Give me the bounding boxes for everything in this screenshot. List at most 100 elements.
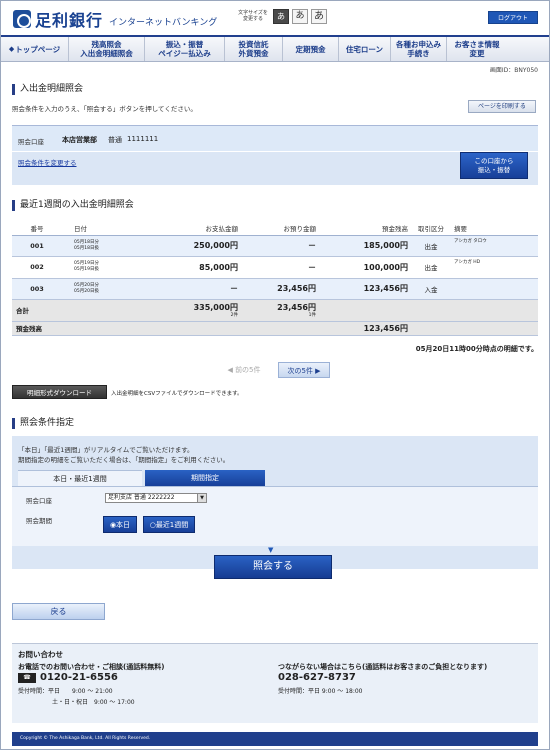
row-date: 05月20日分 05月20日扱 [62,278,142,300]
row-date: 05月18日分 05月18日扱 [62,235,142,257]
nav-applications[interactable]: 各種お申込み 手続き [391,37,447,61]
table-row: 001 05月18日分 05月18日扱 250,000円 － 185,000円 出… [12,235,538,257]
radio-week-label: 最近1週間 [155,521,189,529]
submit-button[interactable]: 照会する [214,555,332,579]
row-payment: 85,000円 [142,256,242,279]
radio-week[interactable]: ○最近1週間 [143,516,195,533]
radio-today[interactable]: ◉本日 [103,516,137,533]
row-date-handled: 05月20日扱 [74,288,99,294]
table-header-row: 番号 日付 お支払金額 お預り金額 預金残高 取引区分 摘要 [12,222,538,236]
cond-account-label: 照会口座 [26,497,52,505]
change-conditions-link[interactable]: 照会条件を変更する [18,157,77,167]
row-number: 002 [12,256,62,279]
col-deposit: お預り金額 [242,222,320,236]
instruction-text: 照会条件を入力のうえ、「照会する」ボタンを押してください。 [12,105,197,113]
col-date: 日付 [62,222,142,236]
row-kind: 入金 [412,278,450,300]
phone-title: お電話でのお問い合わせ・ご相談(通話料無料) [18,663,165,671]
row-kind: 出金 [412,235,450,257]
global-nav: ◆ トップページ 残高照会 入出金明細照会 振込・振替 ペイジー払込み 投資信託 … [1,35,549,62]
row-date-handled: 05月19日扱 [74,267,99,272]
total-payment: 335,000円 2件 [142,299,242,322]
service-name: インターネットバンキング [109,18,218,28]
chevron-down-icon: ▼ [197,494,206,502]
account-number: 1111111 [127,135,159,143]
header: 足利銀行 インターネットバンキング 文字サイズを変更する あ あ あ ログアウト [1,1,549,35]
freedial-icon: ☎ [18,673,36,683]
alt-phone-number: 028-627-8737 [278,672,356,683]
phone-hours-weekend: 土・日・祝日 9:00 ～ 17:00 [52,699,135,706]
row-deposit: － [242,256,320,279]
conditions-note-1: 「本日」「最近1週間」がリアルタイムでご覧いただけます。 [18,446,194,454]
row-memo: アシカガ タロウ [450,235,538,257]
as-of-note: 05月20日11時00分時点の明細です。 [415,345,538,353]
balance-label: 預金残高 [12,321,142,336]
row-number: 003 [12,278,62,300]
conditions-inner [12,486,538,546]
tab-today-week[interactable]: 本日・最近1週間 [18,470,142,486]
prev-page-label: 前の5件 [235,366,261,374]
table-row: 003 05月20日分 05月20日扱 － 23,456円 123,456円 入金 [12,278,538,300]
account-label: 照会口座 [18,138,44,146]
col-payment: お支払金額 [142,222,242,236]
balance-empty [142,321,242,336]
row-number: 001 [12,235,62,257]
total-deposit-count: 1件 [308,312,316,318]
contact-title: お問い合わせ [18,650,63,659]
bank-name: 足利銀行 [35,11,104,30]
phone-number: 0120-21-6556 [40,672,118,683]
nav-balance[interactable]: 残高照会 入出金明細照会 [69,37,145,61]
transfer-from-account-button[interactable]: この口座から 振込・振替 [460,152,528,179]
account-select-value: 足利支店 普通 2222222 [108,494,175,501]
row-balance: 123,456円 [320,278,412,300]
row-memo [450,278,538,300]
col-memo: 摘要 [450,222,538,236]
font-size-large-button[interactable]: あ [311,9,327,24]
next-page-button[interactable]: 次の5件 ▶ [278,362,330,378]
account-type: 普通 [108,136,122,144]
font-size-small-button[interactable]: あ [273,9,289,24]
total-empty [412,299,450,322]
total-row: 合計 335,000円 2件 23,456円 1件 [12,299,538,322]
total-empty [450,299,538,322]
font-size-label: 文字サイズを変更する [238,10,268,22]
next-page-label: 次の5件 [287,367,313,375]
alt-phone-title: つながらない場合はこちら(通話料はお客さまのご負担となります) [278,663,488,671]
nav-time-deposit[interactable]: 定期預金 [283,37,339,61]
nav-top[interactable]: ◆ トップページ [1,37,69,61]
total-payment-count: 2件 [230,312,238,318]
back-button[interactable]: 戻る [12,603,105,620]
conditions-title: 照会条件指定 [12,418,74,429]
balance-row: 預金残高 123,456円 [12,321,538,336]
page-title: 入出金明細照会 [12,84,83,95]
row-kind: 出金 [412,256,450,279]
account-branch: 本店営業部 [62,136,97,144]
tab-period[interactable]: 期間指定 [145,470,265,486]
conditions-note-2: 期間指定の明細をご覧いただく場合は、「期間指定」をご利用ください。 [18,456,230,464]
col-kind: 取引区分 [412,222,450,236]
nav-transfer[interactable]: 振込・振替 ペイジー払込み [145,37,225,61]
row-date: 05月19日分 05月19日扱 [62,256,142,279]
logo-icon [13,10,31,28]
print-page-button[interactable]: ページを印刷する [468,100,536,113]
row-payment: 250,000円 [142,235,242,257]
prev-page-button[interactable]: ◀ 前の5件 [216,362,272,378]
total-deposit: 23,456円 1件 [242,299,320,322]
logout-button[interactable]: ログアウト [488,11,538,24]
nav-top-label: トップページ [15,44,61,54]
bank-logo[interactable]: 足利銀行 インターネットバンキング [13,8,217,30]
nav-customer-info[interactable]: お客さま情報 変更 [447,37,507,61]
font-size-medium-button[interactable]: あ [292,9,308,24]
table-row: 002 05月19日分 05月19日扱 85,000円 － 100,000円 出金… [12,256,538,279]
nav-housing-loan[interactable]: 住宅ローン [339,37,391,61]
screen-id: 画面ID：BNY050 [489,67,538,74]
download-button[interactable]: 明細形式ダウンロード [12,385,107,399]
balance-empty [412,321,450,336]
transactions-title: 最近1週間の入出金明細照会 [12,200,134,211]
alt-phone-hours: 受付時間：平日 9:00 ～ 18:00 [278,688,363,695]
total-empty [320,299,412,322]
account-select[interactable]: 足利支店 普通 2222222 ▼ [105,493,207,503]
nav-investment[interactable]: 投資信託 外貨預金 [225,37,283,61]
chevron-right-icon: ▶ [312,367,321,375]
total-empty [62,299,142,322]
